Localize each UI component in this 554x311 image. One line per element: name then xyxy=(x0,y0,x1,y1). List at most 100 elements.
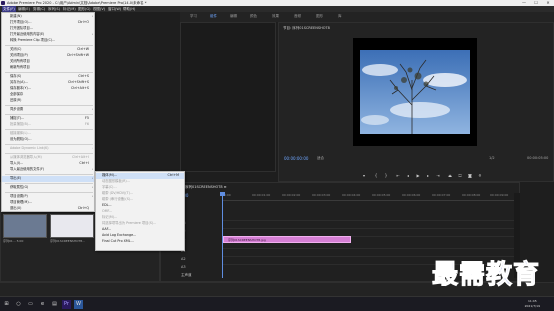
menu-item-get-properties[interactable]: 获取属性(G) › xyxy=(2,185,94,191)
file-menu-dropdown: 新建(N) › 打开项目(O)... Ctrl+O 打开团队项目... 打开最近使用… xyxy=(1,12,95,212)
program-monitor-title: 节目: 序列01SCREENSHOT8 xyxy=(283,26,330,30)
timeline-sequence-tab[interactable]: 序列01SCREENSHOT8 ≡ xyxy=(185,185,227,190)
track-label: A2 xyxy=(181,257,186,261)
premiere-app-icon xyxy=(1,1,5,5)
menu-item-close[interactable]: 关闭(C) Ctrl+W xyxy=(2,47,94,53)
menu-item-capture[interactable]: 捕捉(T)... F5 xyxy=(2,116,94,122)
track-row-v2[interactable] xyxy=(222,228,514,236)
windows-taskbar: ⊞ ○ ▭ e ▤ Pr W 11:45 2021/7/19 xyxy=(0,296,554,311)
menu-separator xyxy=(5,72,93,73)
menu-separator xyxy=(5,129,93,130)
track-header-master[interactable]: 主声道 xyxy=(163,272,221,280)
tree-sky-photo xyxy=(360,50,470,134)
menu-item-open-recent[interactable]: 打开最近使用的内容(E) › xyxy=(2,32,94,38)
camera-icon[interactable]: ⌾ xyxy=(476,172,484,179)
playback-resolution-dropdown[interactable]: 1/2 xyxy=(489,156,495,160)
timeline-clip[interactable]: 序列01SCREENSHOT8.jpg xyxy=(223,236,351,243)
workspace-assembly[interactable]: 组件 xyxy=(210,14,217,19)
menu-item-close-all[interactable]: 关闭所有项目 xyxy=(2,59,94,65)
menu-window[interactable]: 窗口(W) xyxy=(108,6,121,12)
menu-item-close-project[interactable]: 关闭项目(P) Ctrl+Shift+W xyxy=(2,53,94,59)
menu-item-save-all[interactable]: 全部保存 xyxy=(2,92,94,98)
workspace-editing[interactable]: 编辑 xyxy=(230,14,237,19)
thumbnail-label-1: 序列01... 5:00 xyxy=(3,239,24,243)
time-ruler[interactable]: 00:00 00:00:01:00 00:00:02:00 00:00:03:0… xyxy=(222,193,514,201)
menu-separator xyxy=(5,105,93,106)
track-row-a1[interactable] xyxy=(222,248,514,256)
menu-item-batch-capture: 批量捕捉(B)... F6 xyxy=(10,122,89,126)
menu-item-project-manager[interactable]: 项目管理(M)... xyxy=(2,200,94,206)
menu-separator xyxy=(5,153,93,154)
menu-separator xyxy=(5,183,93,184)
workspace-libraries[interactable]: 库 xyxy=(338,14,342,19)
extract-icon[interactable]: ⏍ xyxy=(456,172,464,179)
workspace-graphics[interactable]: 图形 xyxy=(316,14,323,19)
export-frame-icon[interactable]: ◙ xyxy=(466,172,474,179)
add-marker-icon[interactable]: ▾ xyxy=(360,172,368,179)
menu-separator xyxy=(5,192,93,193)
word-taskbar-icon[interactable]: W xyxy=(74,300,83,309)
menu-item-sync-settings[interactable]: 同步设置 › xyxy=(2,107,94,113)
menu-item-refresh-all[interactable]: 刷新所有项目 xyxy=(2,65,94,71)
menu-separator xyxy=(5,114,93,115)
search-icon[interactable]: ○ xyxy=(14,300,23,309)
menu-item-link-media: 链接媒体(L)... xyxy=(10,131,31,135)
mark-out-icon[interactable]: } xyxy=(382,172,390,179)
clock-date: 2021/7/19 xyxy=(524,304,540,308)
go-to-in-icon[interactable]: ⇤ xyxy=(394,172,402,179)
ruler-tick: 00:00:04:00 xyxy=(342,193,361,197)
menu-separator xyxy=(5,174,93,175)
submenu-item-final-cut-pro-xml[interactable]: Final Cut Pro XML... xyxy=(96,239,184,245)
mark-in-icon[interactable]: { xyxy=(372,172,380,179)
task-view-icon[interactable]: ▭ xyxy=(26,300,35,309)
menu-item-new[interactable]: 新建(N) › xyxy=(2,14,94,20)
menu-item-import-recent[interactable]: 导入最近使用的文件(F) › xyxy=(2,167,94,173)
submenu-item-markers: 标记(M)... xyxy=(102,215,118,219)
play-icon[interactable]: ▶ xyxy=(414,172,422,179)
menu-help[interactable]: 帮助(H) xyxy=(123,6,135,12)
menu-item-export[interactable]: 导出(E) › xyxy=(2,176,94,182)
submenu-item-avid-log-exchange[interactable]: Avid Log Exchange... xyxy=(96,233,184,239)
workspace-learn[interactable]: 学习 xyxy=(190,14,197,19)
playhead-handle[interactable] xyxy=(220,192,225,196)
step-back-icon[interactable]: ◂ xyxy=(404,172,412,179)
submenu-item-media[interactable]: 媒体(M)... Ctrl+M xyxy=(96,173,184,179)
menu-item-revert[interactable]: 还原(R) xyxy=(2,98,94,104)
menu-item-project-settings[interactable]: 项目设置(P) › xyxy=(2,194,94,200)
fit-dropdown[interactable]: 适合 xyxy=(317,156,324,161)
track-header-a3[interactable]: A3 xyxy=(163,264,221,272)
ruler-tick: 00:00:05:00 xyxy=(372,193,391,197)
project-thumbnail-image[interactable] xyxy=(50,214,94,238)
lift-icon[interactable]: ⏏ xyxy=(446,172,454,179)
program-video-frame xyxy=(353,38,477,146)
submenu-item-aaf[interactable]: AAF... xyxy=(96,227,184,233)
edge-browser-icon[interactable]: e xyxy=(38,300,47,309)
program-duration: 00:00:05:00 xyxy=(527,156,549,160)
workspace-audio[interactable]: 音频 xyxy=(294,14,301,19)
menu-item-dynamic-link: Adobe Dynamic Link(K) › xyxy=(10,146,93,150)
windows-start-icon[interactable]: ⊞ xyxy=(2,300,11,309)
premiere-taskbar-icon[interactable]: Pr xyxy=(62,300,71,309)
track-header-a2[interactable]: A2 xyxy=(163,256,221,264)
menu-item-import[interactable]: 导入(I)... Ctrl+I xyxy=(2,161,94,167)
workspace-color[interactable]: 颜色 xyxy=(250,14,257,19)
workspace-effects[interactable]: 效果 xyxy=(272,14,279,19)
file-explorer-icon[interactable]: ▤ xyxy=(50,300,59,309)
menu-item-save-copy[interactable]: 保存副本(Y)... Ctrl+Alt+S xyxy=(2,86,94,92)
track-row-v3[interactable] xyxy=(222,220,514,228)
ruler-tick: 00:00:08:00 xyxy=(462,193,481,197)
system-clock[interactable]: 11:45 2021/7/19 xyxy=(525,299,540,309)
go-to-out-icon[interactable]: ⇥ xyxy=(434,172,442,179)
program-timecode[interactable]: 00:00:00:00 xyxy=(284,156,308,161)
menu-item-save-as[interactable]: 另存为(A)... Ctrl+Shift+S xyxy=(2,80,94,86)
project-thumbnail-sequence[interactable] xyxy=(3,214,47,238)
submenu-item-edl[interactable]: EDL... xyxy=(96,203,184,209)
menu-item-convert-clip[interactable]: 转换 Premiere Clip 项目(C)... xyxy=(2,38,94,44)
menu-item-import-media-browser: 从媒体浏览器导入(M) Ctrl+Alt+I xyxy=(10,155,89,159)
menu-item-save[interactable]: 保存(S) Ctrl+S xyxy=(2,74,94,80)
menu-item-open-project[interactable]: 打开项目(O)... Ctrl+O xyxy=(2,20,94,26)
step-forward-icon[interactable]: ▸ xyxy=(424,172,432,179)
menu-item-make-offline[interactable]: 设为脱机(O)... xyxy=(2,137,94,143)
menu-item-exit[interactable]: 退出(X) Ctrl+Q xyxy=(2,206,94,212)
menu-item-open-team-project[interactable]: 打开团队项目... xyxy=(2,26,94,32)
